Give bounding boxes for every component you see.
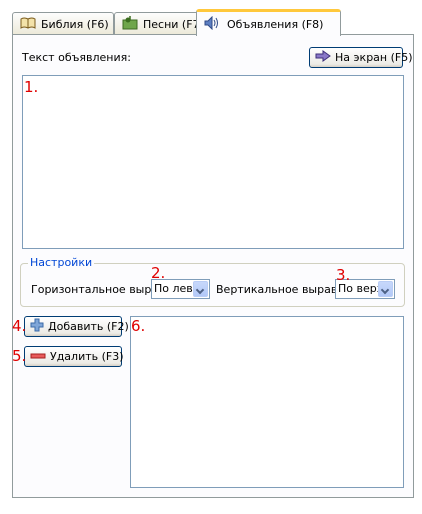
arrow-right-icon (315, 50, 331, 65)
annotation-2: 2. (151, 264, 166, 282)
horizontal-align-select[interactable]: По левс (151, 279, 210, 299)
annotation-6: 6. (131, 317, 146, 335)
announcements-list[interactable] (130, 316, 404, 488)
horizontal-align-label: Горизонтальное выра (31, 283, 159, 296)
annotation-4: 4. (12, 317, 27, 335)
delete-button[interactable]: Удалить (F3) (24, 346, 124, 367)
chevron-down-icon[interactable] (378, 281, 393, 297)
tab-bible[interactable]: Библия (F6) (12, 12, 114, 35)
annotation-5: 5. (12, 347, 27, 365)
vertical-align-label: Вертикальное выравн (216, 283, 345, 296)
delete-button-label: Удалить (F3) (50, 350, 124, 363)
add-button[interactable]: Добавить (F2) (24, 316, 129, 337)
chevron-down-icon[interactable] (193, 281, 208, 297)
book-icon (20, 17, 36, 32)
plus-icon (30, 318, 44, 335)
announcements-panel: Текст объявления: На экран (F5) Настройк… (12, 34, 414, 498)
add-button-label: Добавить (F2) (48, 320, 129, 333)
to-screen-button-label: На экран (F5) (335, 51, 413, 64)
tab-songs-label: Песни (F7) (143, 17, 204, 31)
annotation-3: 3. (336, 266, 351, 284)
to-screen-button[interactable]: На экран (F5) (309, 47, 413, 68)
tab-announcements-label: Объявления (F8) (227, 17, 324, 31)
settings-legend: Настройки (28, 256, 95, 269)
announcement-text-area[interactable] (22, 75, 404, 249)
speaker-icon (204, 15, 222, 33)
minus-icon (30, 350, 46, 363)
music-icon (122, 15, 138, 33)
annotation-1: 1. (24, 78, 39, 96)
tab-bible-label: Библия (F6) (41, 17, 109, 31)
tab-announcements[interactable]: Объявления (F8) (196, 9, 341, 36)
announcement-text-label: Текст объявления: (22, 51, 131, 64)
